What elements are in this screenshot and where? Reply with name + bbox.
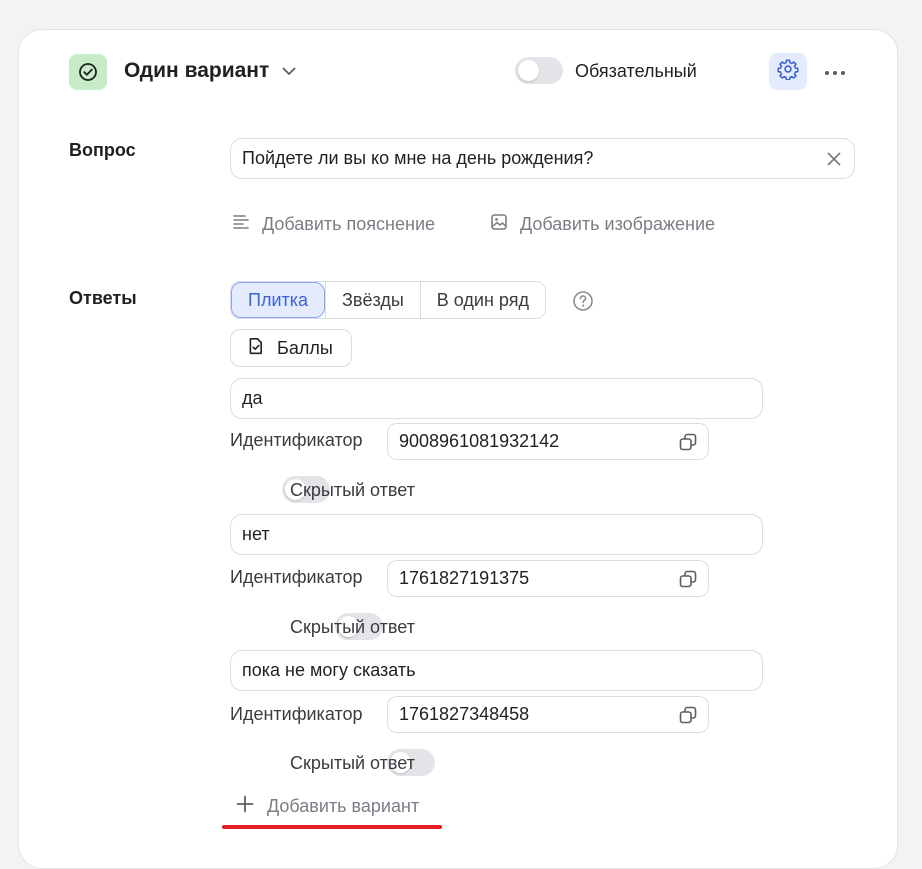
tab-one-row[interactable]: В один ряд [419, 282, 545, 318]
answer-input[interactable]: нет [230, 514, 763, 555]
question-circle-icon[interactable] [572, 290, 594, 312]
required-label: Обязательный [575, 61, 697, 81]
settings-button[interactable] [769, 53, 807, 90]
gear-icon [777, 58, 799, 85]
answers-section-label: Ответы [69, 288, 137, 308]
check-circle-icon [69, 54, 107, 90]
question-type-dropdown[interactable]: Один вариант [124, 59, 299, 83]
question-input[interactable]: Пойдете ли вы ко мне на день рождения? [230, 138, 855, 179]
question-text: Пойдете ли вы ко мне на день рождения? [242, 148, 594, 168]
tab-stars[interactable]: Звёзды [325, 282, 420, 318]
answer-input[interactable]: пока не могу сказать [230, 650, 763, 691]
hidden-answer-label: Скрытый ответ [290, 753, 415, 773]
question-card: Один вариант Обязательный Вопрос Пойдете… [18, 29, 898, 869]
answer-input[interactable]: да [230, 378, 763, 419]
tab-tile[interactable]: Плитка [231, 282, 326, 318]
highlight-underline [222, 825, 442, 829]
answer-text: нет [242, 524, 270, 544]
identifier-label: Идентификатор [230, 704, 363, 724]
hidden-answer-label: Скрытый ответ [290, 480, 415, 500]
identifier-value: 1761827348458 [399, 704, 530, 724]
more-horizontal-icon [824, 63, 846, 81]
question-section-label: Вопрос [69, 140, 136, 160]
document-check-icon [247, 337, 265, 360]
hidden-answer-label: Скрытый ответ [290, 617, 415, 637]
copy-icon[interactable] [678, 705, 698, 725]
image-icon [490, 213, 508, 236]
copy-icon[interactable] [678, 569, 698, 589]
identifier-value: 1761827191375 [399, 568, 530, 588]
plus-icon [235, 794, 255, 819]
more-button[interactable] [819, 58, 851, 86]
identifier-field[interactable]: 9008961081932142 [387, 423, 709, 460]
copy-icon[interactable] [678, 432, 698, 452]
identifier-label: Идентификатор [230, 567, 363, 587]
chevron-down-icon [279, 61, 299, 81]
required-toggle[interactable] [515, 57, 563, 84]
score-label: Баллы [277, 337, 333, 358]
answer-text: пока не могу сказать [242, 660, 416, 680]
answer-view-switcher: Плитка Звёзды В один ряд [230, 281, 546, 319]
identifier-label: Идентификатор [230, 430, 363, 450]
add-description-button[interactable]: Добавить пояснение [232, 213, 435, 236]
add-description-label: Добавить пояснение [262, 214, 436, 234]
identifier-field[interactable]: 1761827191375 [387, 560, 709, 597]
identifier-field[interactable]: 1761827348458 [387, 696, 709, 733]
text-lines-icon [232, 213, 250, 236]
add-variant-label: Добавить вариант [267, 796, 420, 816]
add-image-button[interactable]: Добавить изображение [490, 213, 715, 236]
question-type-label: Один вариант [124, 59, 270, 82]
identifier-value: 9008961081932142 [399, 431, 560, 451]
answer-text: да [242, 388, 263, 408]
add-image-label: Добавить изображение [520, 214, 716, 234]
score-button[interactable]: Баллы [230, 329, 352, 367]
close-icon[interactable] [824, 149, 844, 169]
add-variant-button[interactable]: Добавить вариант [235, 794, 419, 819]
